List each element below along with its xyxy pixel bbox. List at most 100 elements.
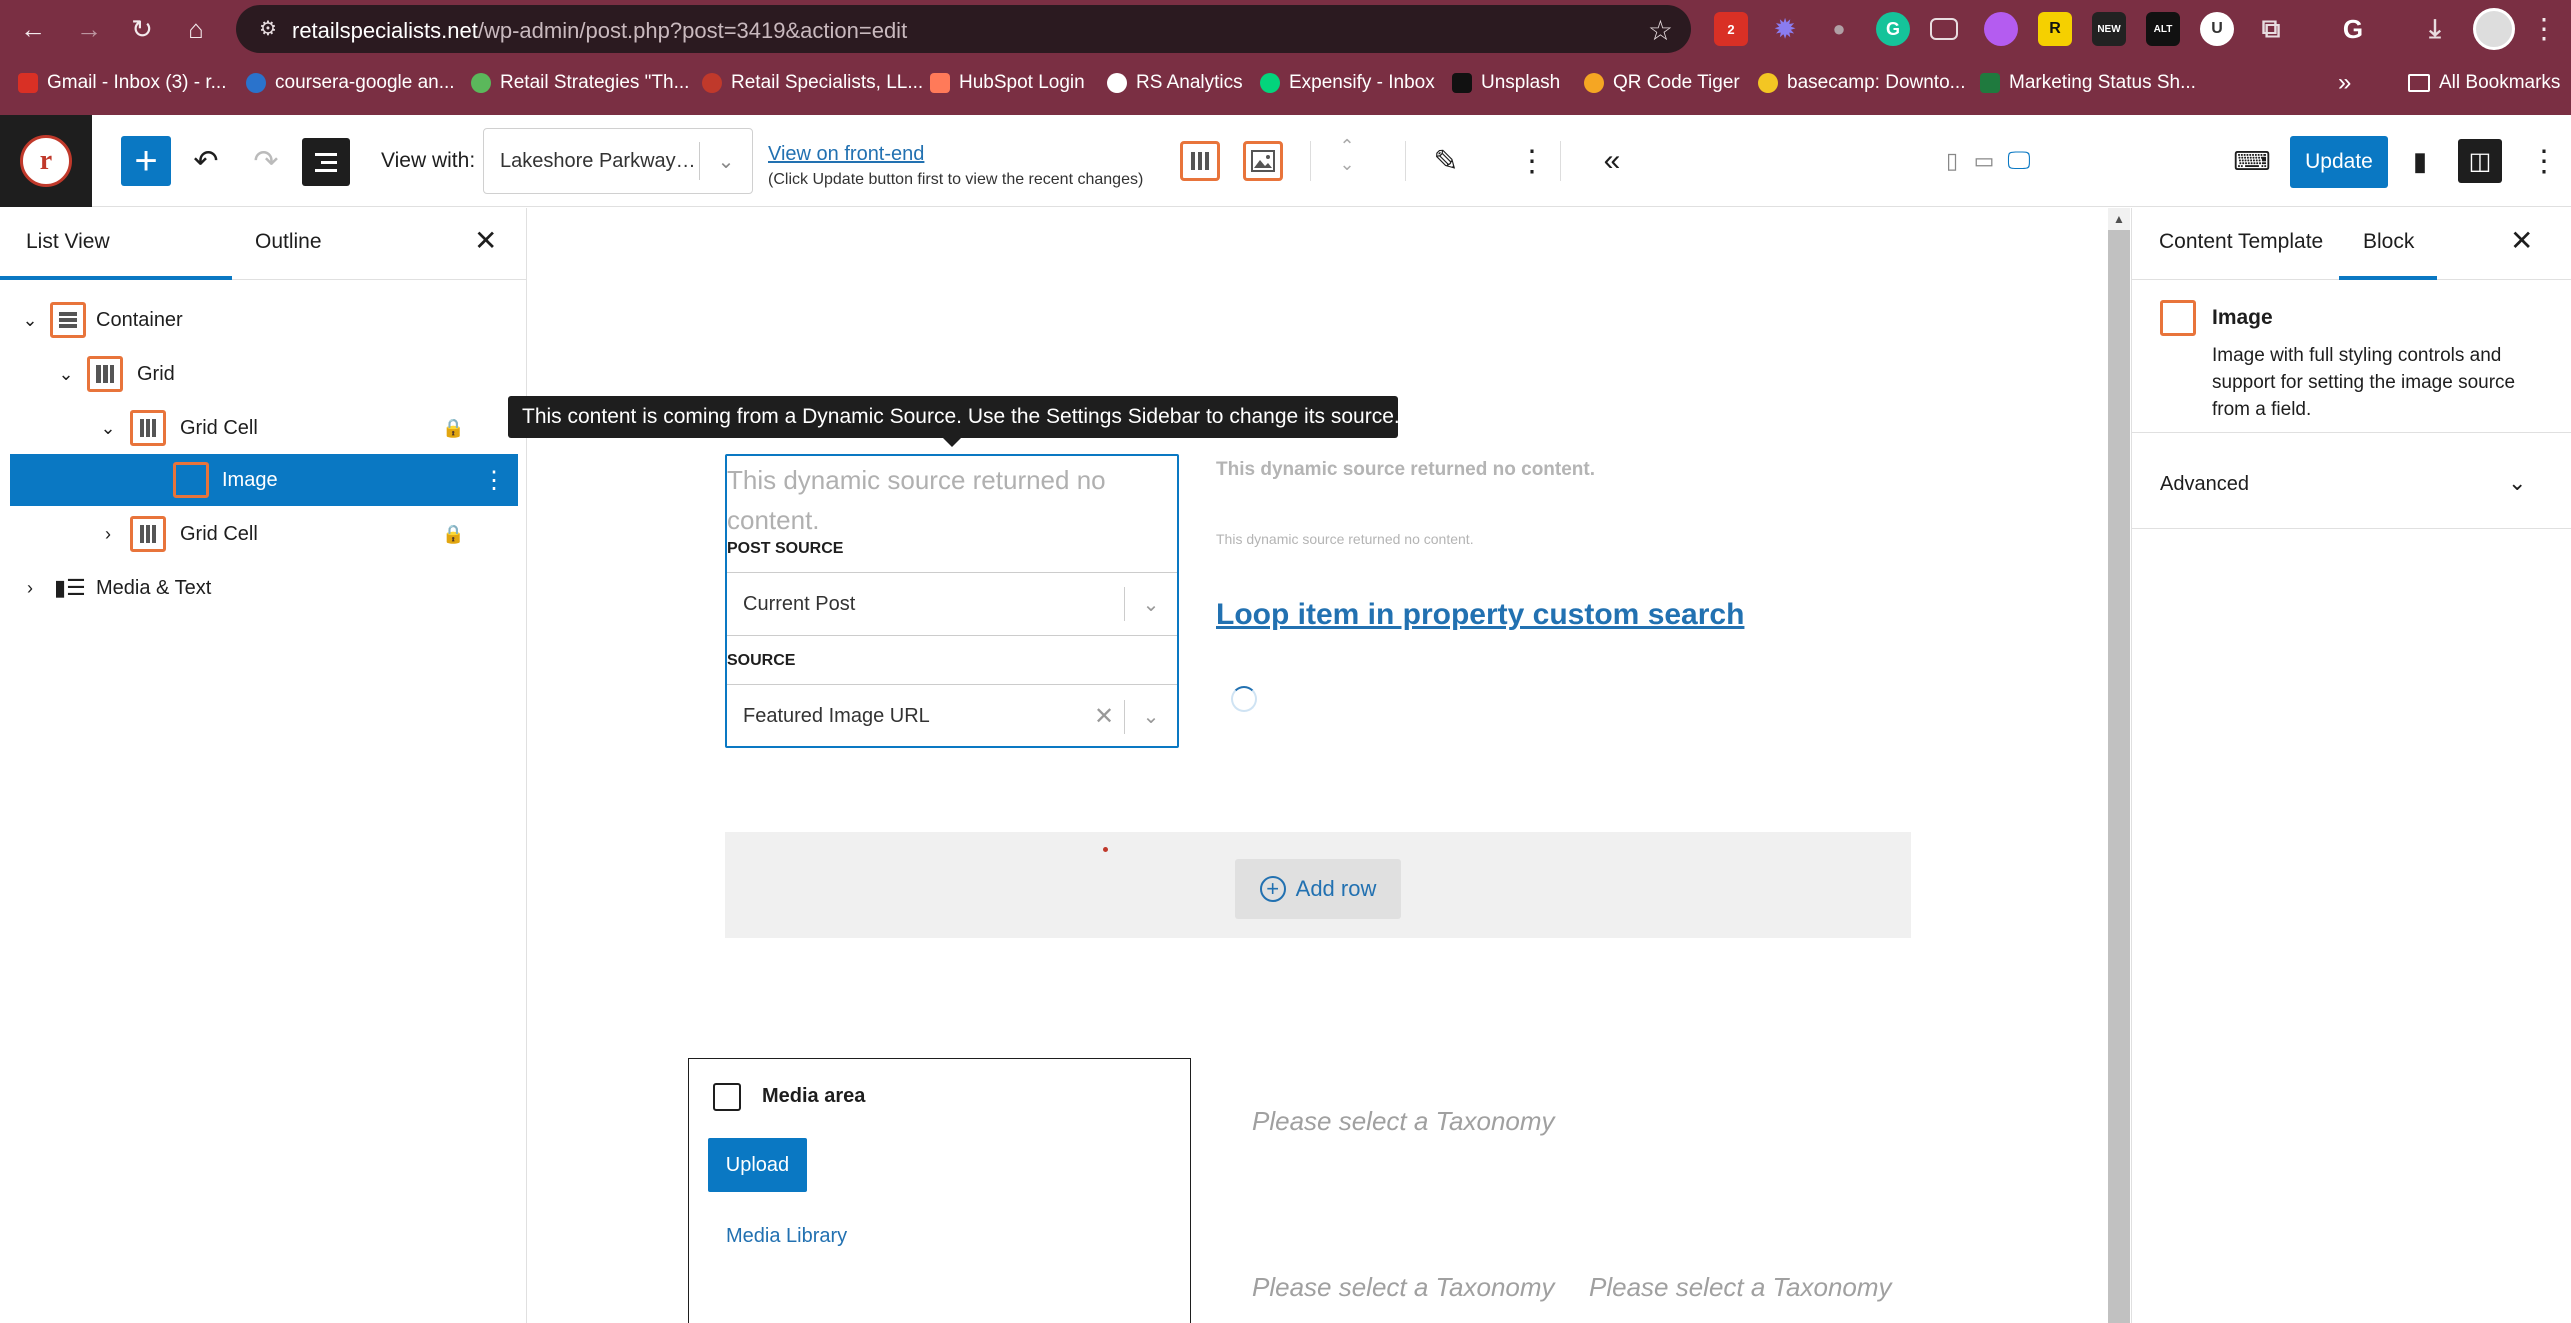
download-icon[interactable]: ⤓	[2418, 12, 2452, 46]
tab-list-view[interactable]: List View	[26, 230, 110, 254]
chevron-down-icon[interactable]: ⌄	[1125, 704, 1177, 729]
settings-sidebar-toggle-icon[interactable]: ◫	[2458, 139, 2502, 183]
options-menu-icon[interactable]: ⋮	[2522, 139, 2566, 183]
add-row-label: Add row	[1295, 876, 1377, 901]
extension-gear-icon[interactable]: ✹	[1768, 12, 1802, 46]
google-icon[interactable]: G	[2336, 12, 2370, 46]
loop-item-link[interactable]: Loop item in property custom search	[1216, 598, 1744, 632]
post-source-select[interactable]: Current Post ⌄	[727, 572, 1177, 636]
bookmark-item[interactable]: coursera-google an...	[246, 68, 455, 98]
undo-icon[interactable]: ↶	[184, 139, 228, 183]
scroll-up-icon[interactable]: ▲	[2108, 208, 2130, 230]
close-icon[interactable]: ✕	[474, 224, 497, 257]
forward-icon[interactable]: →	[70, 10, 108, 48]
tab-block[interactable]: Block	[2363, 230, 2414, 254]
block-inserter-button[interactable]: +	[121, 136, 171, 186]
address-bar[interactable]: ⚙ retailspecialists.net/wp-admin/post.ph…	[236, 5, 1691, 53]
home-icon[interactable]: ⌂	[177, 10, 215, 48]
dynamic-text-placeholder: This dynamic source returned no content.	[1216, 531, 1474, 547]
view-with-select[interactable]: Lakeshore Parkway O... ⌄	[483, 128, 753, 194]
chevron-down-icon[interactable]: ⌄	[98, 418, 118, 439]
extensions-puzzle-icon[interactable]: ⧉	[2254, 12, 2288, 46]
block-card-description: Image with full styling controls and sup…	[2212, 345, 2516, 420]
settings-sidebar: Content Template Block ✕ Image Image wit…	[2131, 208, 2571, 1323]
chevron-down-icon[interactable]: ⌄	[700, 149, 752, 174]
close-icon[interactable]: ✕	[2510, 224, 2533, 257]
media-library-link[interactable]: Media Library	[726, 1225, 847, 1248]
update-button[interactable]: Update	[2290, 136, 2388, 188]
chevron-right-icon[interactable]: ›	[20, 578, 40, 599]
bookmark-label: QR Code Tiger	[1613, 72, 1740, 93]
grid-cell-parent-icon[interactable]	[1180, 141, 1220, 181]
chevron-right-icon[interactable]: ›	[98, 524, 118, 545]
more-bookmarks-icon[interactable]: »	[2338, 68, 2351, 98]
extension-new-icon[interactable]: NEW	[2092, 12, 2126, 46]
tree-item-image[interactable]: Image ⋮	[10, 454, 518, 506]
canvas-scrollbar[interactable]	[2108, 208, 2130, 1323]
tree-item-grid-cell[interactable]: › Grid Cell 🔒	[10, 508, 518, 560]
browser-menu-icon[interactable]: ⋮	[2530, 12, 2558, 45]
redo-icon[interactable]: ↷	[244, 139, 288, 183]
image-block-selected[interactable]: This dynamic source returned no content.…	[725, 454, 1179, 748]
chevron-down-icon[interactable]: ⌄	[2508, 470, 2526, 496]
bookmark-item[interactable]: Retail Strategies "Th...	[471, 68, 689, 98]
move-up-down-icon[interactable]: ⌃ ⌄	[1325, 133, 1369, 177]
chevron-down-icon[interactable]: ⌄	[20, 310, 40, 331]
image-block-icon[interactable]	[1243, 141, 1283, 181]
collapse-toolbar-icon[interactable]: «	[1590, 139, 1634, 183]
source-select[interactable]: Featured Image URL ✕ ⌄	[727, 684, 1177, 748]
bookmark-item[interactable]: basecamp: Downto...	[1758, 68, 1965, 98]
edit-pencil-icon[interactable]: ✎	[1424, 139, 1468, 183]
item-options-icon[interactable]: ⋮	[482, 466, 506, 495]
bookmark-item[interactable]: Retail Specialists, LL...	[702, 68, 923, 98]
bookmark-item[interactable]: Unsplash	[1452, 68, 1560, 98]
view-front-end-link[interactable]: View on front-end	[768, 143, 924, 166]
bookmark-item[interactable]: Marketing Status Sh...	[1980, 68, 2196, 98]
extension-window-icon[interactable]	[1930, 18, 1958, 40]
bookmark-item[interactable]: RS Analytics	[1107, 68, 1243, 98]
site-info-icon[interactable]: ⚙	[256, 17, 280, 41]
block-options-icon[interactable]: ⋮	[1510, 139, 1554, 183]
media-area-title: Media area	[762, 1085, 866, 1107]
plugin-bookmark-icon[interactable]: ▮	[2398, 139, 2442, 183]
tree-item-grid-cell[interactable]: ⌄ Grid Cell 🔒	[10, 402, 518, 454]
extension-alt-icon[interactable]: ALT	[2146, 12, 2180, 46]
all-bookmarks-label: All Bookmarks	[2439, 72, 2561, 93]
chevron-down-icon[interactable]: ⌄	[56, 364, 76, 385]
bookmark-star-icon[interactable]: ☆	[1648, 14, 1673, 47]
tree-item-media-text[interactable]: › ▮☰ Media & Text	[10, 562, 518, 614]
extension-calendar-icon[interactable]: 2	[1714, 12, 1748, 46]
document-overview-button[interactable]	[302, 138, 350, 186]
tree-item-container[interactable]: ⌄ Container	[10, 294, 518, 346]
extension-mic-icon[interactable]: ●	[1822, 12, 1856, 46]
red-dot-marker	[1103, 847, 1108, 852]
reload-icon[interactable]: ↻	[123, 10, 161, 48]
add-row-button[interactable]: + Add row	[1235, 859, 1401, 919]
tab-content-template[interactable]: Content Template	[2159, 230, 2323, 254]
url-text[interactable]: retailspecialists.net/wp-admin/post.php?…	[292, 18, 907, 44]
chevron-down-icon[interactable]: ⌄	[1125, 592, 1177, 617]
image-icon	[713, 1083, 741, 1111]
extension-purple-icon[interactable]	[1984, 12, 2018, 46]
tree-item-grid[interactable]: ⌄ Grid	[10, 348, 518, 400]
preview-laptop-icon[interactable]: ⌨	[2230, 139, 2274, 183]
tab-outline[interactable]: Outline	[255, 230, 322, 254]
clear-icon[interactable]: ✕	[1084, 702, 1124, 731]
extension-r-icon[interactable]: R	[2038, 12, 2072, 46]
desktop-preview-icon[interactable]: 🖵	[1997, 139, 2041, 183]
profile-avatar[interactable]	[2473, 8, 2515, 50]
bookmark-item[interactable]: Gmail - Inbox (3) - r...	[18, 68, 226, 98]
lock-icon: 🔒	[442, 417, 465, 438]
extension-u-icon[interactable]: U	[2200, 12, 2234, 46]
bookmark-item[interactable]: Expensify - Inbox	[1260, 68, 1435, 98]
site-logo[interactable]: r	[0, 115, 92, 207]
advanced-panel-toggle[interactable]: Advanced	[2160, 473, 2249, 496]
back-icon[interactable]: ←	[14, 10, 52, 48]
tree-item-label: Grid	[137, 362, 175, 385]
grammarly-icon[interactable]: G	[1876, 12, 1910, 46]
bookmark-item[interactable]: QR Code Tiger	[1584, 68, 1740, 98]
all-bookmarks[interactable]: All Bookmarks	[2408, 68, 2560, 98]
media-area-placeholder: Media area Upload Media Library	[688, 1058, 1191, 1323]
bookmark-item[interactable]: HubSpot Login	[930, 68, 1085, 98]
upload-button[interactable]: Upload	[708, 1138, 807, 1192]
